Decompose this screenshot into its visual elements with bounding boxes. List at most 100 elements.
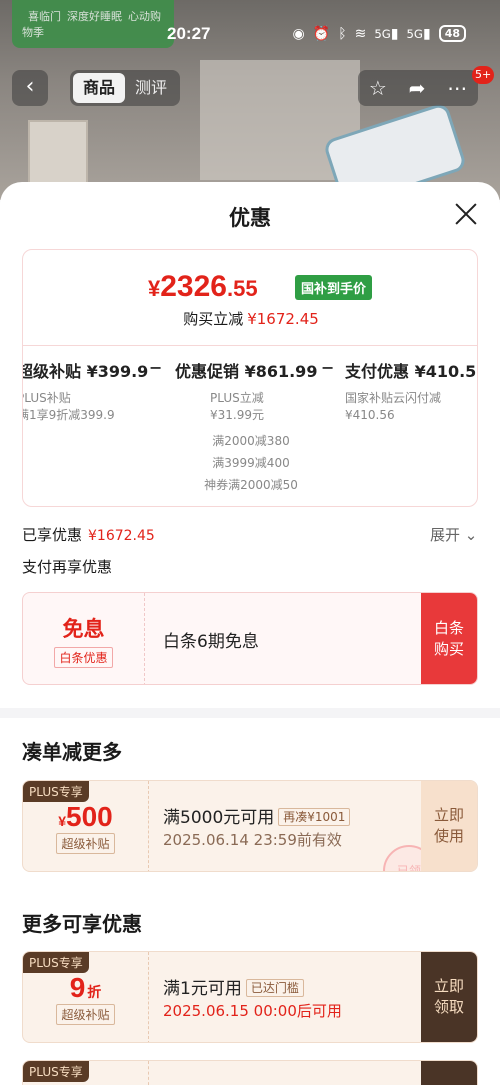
promo-line: 满3999减400: [212, 456, 290, 470]
enjoyed-discount: 已享优惠 ¥1672.45: [22, 524, 155, 545]
price-decimal: .55: [227, 276, 258, 301]
coupon-chip: 再凑¥1001: [278, 808, 351, 826]
alarm-icon: ⏰: [312, 25, 331, 42]
coupon-button-line1: 立即: [433, 977, 464, 995]
coupon-amount: ¥500: [23, 801, 148, 833]
final-price: ¥2326.55: [148, 270, 258, 304]
status-time: 20:27: [167, 24, 211, 43]
section-divider: [0, 708, 500, 718]
claim-coupon-button[interactable]: [421, 1061, 477, 1085]
discount-value: ¥1672.45: [247, 310, 319, 328]
section-title-extra: 更多可享优惠: [22, 912, 142, 936]
back-button[interactable]: ‹: [12, 70, 48, 106]
promo-line: 满2000减380: [212, 434, 290, 448]
discount-label: 购买立减: [183, 310, 244, 328]
coupon-date: 2025.06.14 23:59前有效: [163, 831, 342, 849]
baitiao-card: 免息 白条优惠 白条6期免息 白条 购买: [22, 592, 478, 685]
coupon-card: PLUS专享 9折 超级补贴 满1元可用 已达门槛 2025.06.15 00:0…: [22, 951, 478, 1043]
baitiao-button-line2: 购买: [433, 640, 464, 658]
breakdown-title: 超级补贴 ¥399.9: [22, 362, 149, 381]
coupon-left: PLUS专享: [23, 1061, 149, 1085]
coupon-condition-text: 满5000元可用: [163, 808, 275, 828]
baitiao-tag: 白条优惠: [54, 647, 113, 668]
pay-discount-title: 支付再享优惠: [22, 558, 113, 576]
coupon-button-line2: 使用: [433, 827, 464, 845]
share-icon[interactable]: ➦: [409, 76, 426, 100]
discount-sheet: 优惠 ¥2326.55 国补到手价 购买立减 ¥1672.45 超级补贴 ¥399…: [0, 182, 500, 1085]
plus-tag: PLUS专享: [23, 1061, 89, 1082]
enjoyed-value: ¥1672.45: [88, 528, 155, 544]
signal-2-label: 5G: [406, 26, 423, 41]
expand-button[interactable]: 展开 ⌄: [430, 524, 477, 545]
baitiao-buy-button[interactable]: 白条 购买: [421, 593, 477, 684]
price-head: ¥2326.55 国补到手价 购买立减 ¥1672.45: [23, 250, 477, 346]
gov-subsidy-tag: 国补到手价: [295, 275, 373, 300]
breakdown-line: ¥410.56: [345, 408, 395, 422]
claim-coupon-button[interactable]: 立即 领取: [421, 952, 477, 1042]
coupon-card: PLUS专享: [22, 1060, 478, 1085]
minus-sign: −: [149, 358, 163, 377]
coupon-condition: 满1元可用 已达门槛: [163, 974, 304, 999]
status-icons: ◉ ⏰ ᛒ ≋ 5G▮ 5G▮ 48: [293, 25, 466, 42]
breakdown-line: PLUS补贴: [22, 391, 71, 405]
use-coupon-button[interactable]: 立即 使用: [421, 781, 477, 871]
expand-label: 展开: [430, 526, 461, 544]
coupon-date: 2025.06.15 00:00后可用: [163, 1002, 342, 1020]
signal-icon-2: 5G▮: [406, 25, 431, 42]
message-badge: 5+: [472, 66, 495, 84]
more-icon[interactable]: ⋯: [447, 76, 467, 100]
breakdown-promo: 优惠促销 ¥861.99 PLUS立减 ¥31.99元: [175, 358, 317, 424]
status-bar: 20:27 ◉ ⏰ ᛒ ≋ 5G▮ 5G▮ 48: [0, 20, 500, 48]
coupon-condition-text: 满1元可用: [163, 979, 242, 999]
minus-sign: −: [321, 358, 335, 377]
signal-1-label: 5G: [374, 26, 391, 41]
eye-icon: ◉: [292, 25, 305, 42]
coupon-symbol: ¥: [58, 813, 67, 829]
nav-tabs: 商品 测评: [70, 70, 180, 106]
baitiao-text: 白条6期免息: [163, 632, 259, 652]
wifi-icon: ≋: [354, 25, 367, 42]
baitiao-title: 免息: [62, 617, 105, 641]
tab-review[interactable]: 测评: [125, 73, 177, 103]
coupon-sub: 超级补贴: [56, 1004, 115, 1025]
breakdown-line: 满1享9折减399.9: [22, 408, 115, 422]
discount-breakdown: 超级补贴 ¥399.9 PLUS补贴 满1享9折减399.9 − 优惠促销 ¥8…: [23, 346, 477, 506]
plus-tag: PLUS专享: [23, 952, 89, 973]
coupon-chip: 已达门槛: [245, 979, 304, 997]
baitiao-button-line1: 白条: [433, 619, 464, 637]
price-integer: 2326: [160, 270, 227, 303]
coupon-button-line2: 领取: [433, 998, 464, 1016]
sheet-title: 优惠: [229, 206, 271, 230]
coupon-sub: 超级补贴: [56, 833, 115, 854]
baitiao-left: 免息 白条优惠: [23, 593, 145, 684]
coupon-button-line1: 立即: [433, 806, 464, 824]
battery-icon: 48: [438, 25, 466, 42]
breakdown-line: 国家补贴云闪付减: [345, 391, 442, 405]
price-card: ¥2326.55 国补到手价 购买立减 ¥1672.45 超级补贴 ¥399.9 …: [22, 249, 478, 507]
price-symbol: ¥: [148, 276, 161, 301]
plus-tag: PLUS专享: [23, 781, 89, 802]
coupon-left: PLUS专享 9折 超级补贴: [23, 952, 149, 1042]
coupon-value: 500: [66, 801, 113, 832]
promo-line: 神券满2000减50: [204, 478, 298, 492]
breakdown-title: 支付优惠 ¥410.56: [345, 362, 478, 381]
bluetooth-icon: ᛒ: [338, 25, 347, 42]
nav-actions: ☆ ➦ ⋯: [358, 70, 478, 106]
breakdown-super-subsidy: 超级补贴 ¥399.9 PLUS补贴 满1享9折减399.9: [22, 358, 149, 424]
section-title-more: 凑单减更多: [22, 740, 122, 764]
coupon-left: PLUS专享 ¥500 超级补贴: [23, 781, 149, 871]
favorite-star-icon[interactable]: ☆: [369, 76, 387, 100]
coupon-value: 9: [69, 972, 86, 1003]
coupon-unit: 折: [87, 984, 102, 1000]
chevron-down-icon: ⌄: [464, 526, 478, 544]
coupon-amount: 9折: [23, 972, 148, 1004]
breakdown-line: ¥31.99元: [210, 408, 264, 422]
discount-summary: 购买立减 ¥1672.45: [23, 308, 477, 329]
coupon-card: PLUS专享 ¥500 超级补贴 满5000元可用 再凑¥1001 2025.06…: [22, 780, 478, 872]
breakdown-title: 优惠促销 ¥861.99: [175, 362, 318, 381]
close-icon[interactable]: [452, 200, 480, 228]
enjoyed-label: 已享优惠: [22, 526, 83, 544]
breakdown-line: PLUS立减: [210, 391, 264, 405]
signal-icon: 5G▮: [374, 25, 399, 42]
tab-product[interactable]: 商品: [73, 73, 125, 103]
